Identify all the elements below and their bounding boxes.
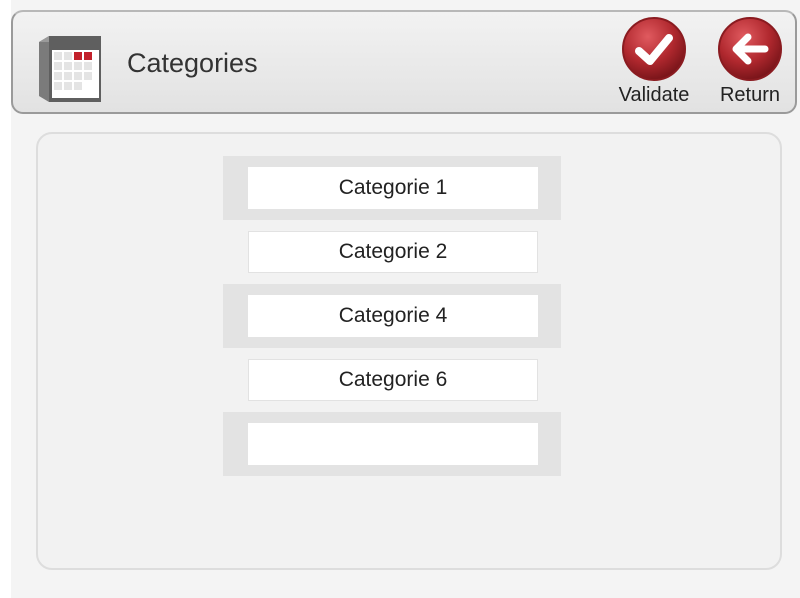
page-title: Categories (127, 48, 258, 78)
header-bar: Categories Validate Return (11, 10, 797, 114)
list-item: Categorie 6 (223, 348, 561, 412)
validate-button[interactable]: Validate (609, 16, 699, 107)
list-item: Categorie 2 (223, 220, 561, 284)
categories-page: Categories Validate Return Categorie 1 C… (0, 0, 800, 598)
category-item-6[interactable]: Categorie 6 (248, 359, 538, 401)
validate-label: Validate (618, 84, 690, 106)
calendar-icon (39, 36, 101, 102)
list-item: Categorie 4 (223, 284, 561, 348)
left-edge-strip (0, 0, 11, 598)
arrow-left-icon (718, 17, 782, 81)
category-item-2[interactable]: Categorie 2 (248, 231, 538, 273)
category-item-empty[interactable] (248, 423, 538, 465)
list-item (223, 412, 561, 476)
category-item-1[interactable]: Categorie 1 (248, 167, 538, 209)
checkmark-icon (622, 17, 686, 81)
category-item-4[interactable]: Categorie 4 (248, 295, 538, 337)
return-button[interactable]: Return (705, 16, 795, 107)
return-label: Return (719, 84, 781, 106)
category-list: Categorie 1 Categorie 2 Categorie 4 Cate… (223, 156, 561, 476)
list-item: Categorie 1 (223, 156, 561, 220)
